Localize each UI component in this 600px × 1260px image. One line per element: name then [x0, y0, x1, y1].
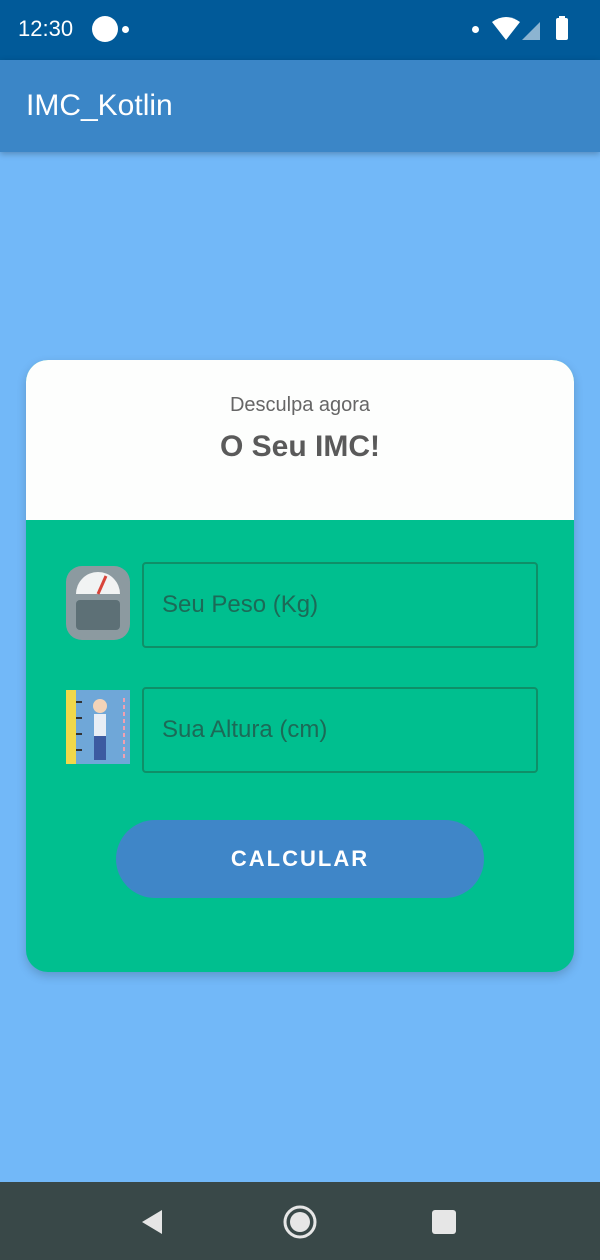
- notification-circle-icon: [92, 16, 118, 42]
- app-bar: IMC_Kotlin: [0, 60, 600, 152]
- card-title: O Seu IMC!: [219, 430, 380, 463]
- signal-icon: [522, 22, 540, 40]
- height-field[interactable]: [142, 687, 538, 773]
- app-title: IMC_Kotlin: [26, 89, 173, 122]
- height-input[interactable]: [144, 715, 536, 745]
- card-header: Desculpa agora O Seu IMC!: [26, 360, 574, 520]
- home-icon[interactable]: [282, 1204, 318, 1240]
- card-subtitle: Desculpa agora: [229, 394, 371, 416]
- status-bar: 12:30: [0, 0, 600, 60]
- weight-input[interactable]: [144, 590, 536, 620]
- height-measure-icon: [66, 690, 130, 764]
- weight-field[interactable]: [142, 562, 538, 648]
- battery-icon: [556, 18, 568, 40]
- status-time: 12:30: [18, 16, 74, 41]
- wifi-icon: [492, 17, 520, 40]
- navigation-bar: [0, 1182, 600, 1260]
- status-icons: [492, 16, 568, 40]
- scale-icon: [66, 566, 130, 640]
- status-dot-icon: [472, 26, 479, 33]
- calculate-button[interactable]: CALCULAR: [116, 820, 484, 898]
- back-icon[interactable]: [134, 1204, 170, 1240]
- notification-dot-icon: [122, 26, 129, 33]
- recents-icon[interactable]: [426, 1204, 462, 1240]
- imc-card: Desculpa agora O Seu IMC! CALCULAR: [26, 360, 574, 972]
